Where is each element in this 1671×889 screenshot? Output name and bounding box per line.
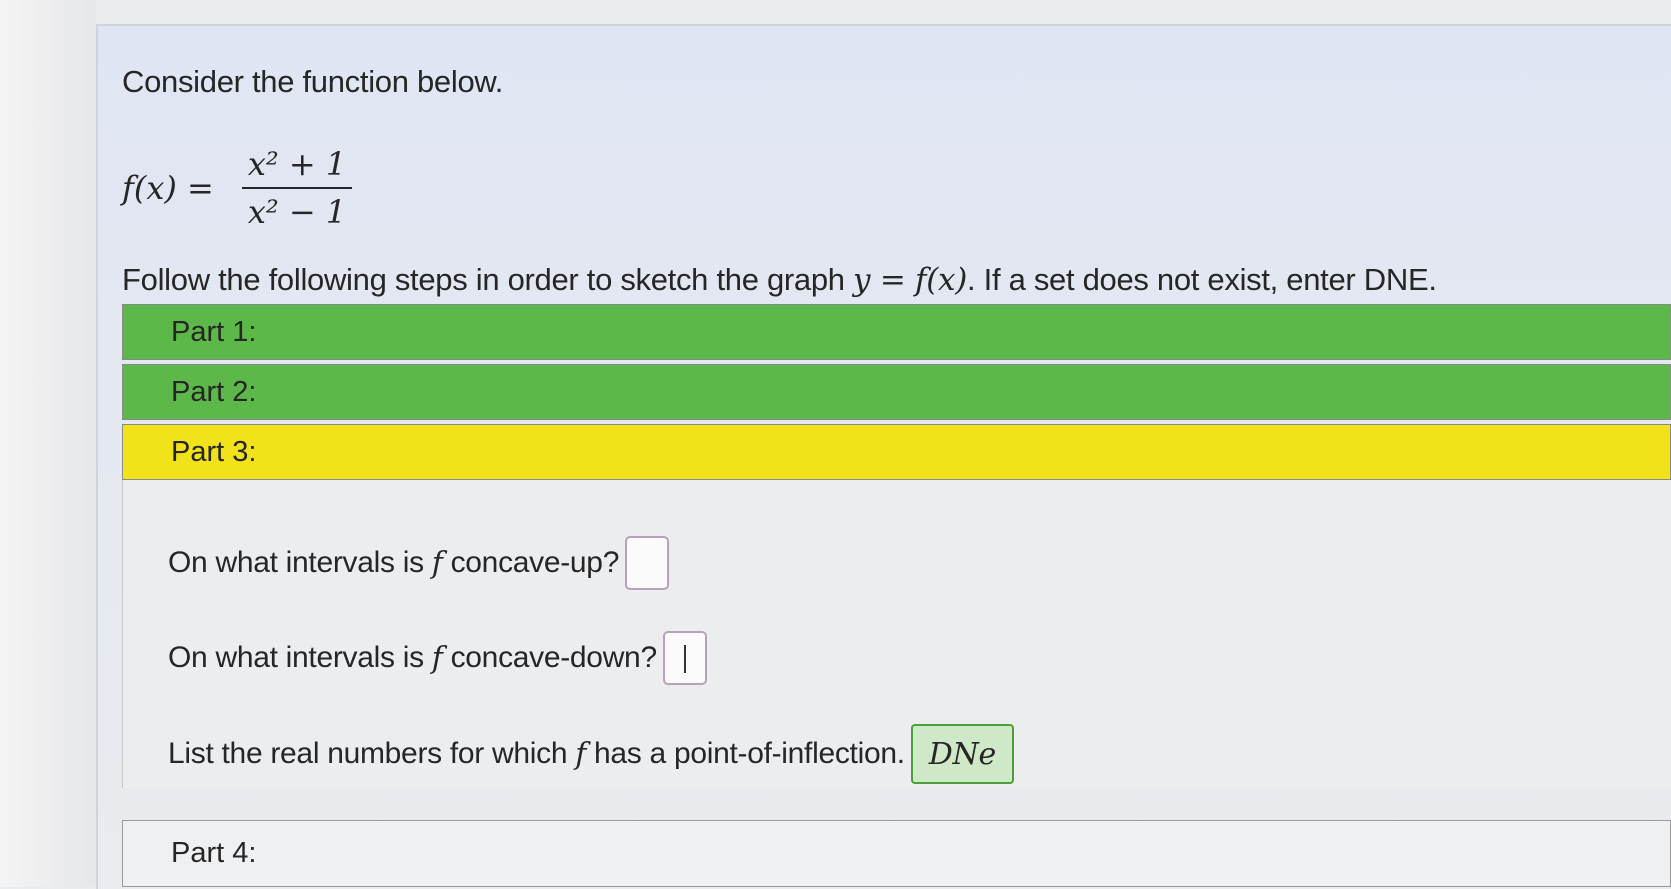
concave-up-question: On what intervals is f concave-up?: [168, 536, 670, 590]
part-3-label: Part 3:: [171, 435, 257, 468]
part-1-header[interactable]: Part 1:: [122, 304, 1671, 360]
part-4-label: Part 4:: [171, 837, 257, 869]
q2-text-before: On what intervals is: [168, 641, 424, 674]
instructions-text: Follow the following steps in order to s…: [122, 262, 1437, 298]
inflection-answer-input[interactable]: DNe: [910, 724, 1014, 784]
part-2-header[interactable]: Part 2:: [122, 364, 1671, 420]
function-formula: f(x) = x² + 1 x² − 1: [122, 138, 353, 238]
q1-text-after: concave-up?: [450, 546, 620, 579]
q2-f-symbol: f: [431, 640, 443, 676]
part-4-header[interactable]: Part 4:: [122, 820, 1671, 887]
formula-denominator: x² − 1: [247, 193, 347, 231]
q3-text-before: List the real numbers for which: [168, 737, 568, 770]
instructions-before: Follow the following steps in order to s…: [122, 262, 854, 297]
screen-bezel: [0, 0, 96, 887]
q3-text-after: has a point-of-inflection.: [594, 737, 905, 770]
concave-down-question: On what intervals is f concave-down?: [168, 631, 707, 685]
inflection-question: List the real numbers for which f has a …: [168, 724, 1014, 784]
instructions-math: y = f(x): [853, 262, 967, 298]
formula-numerator: x² + 1: [247, 145, 347, 183]
q1-f-symbol: f: [431, 545, 443, 581]
intro-text: Consider the function below.: [122, 64, 504, 99]
part-1-label: Part 1:: [171, 315, 257, 348]
formula-lhs: f(x) =: [122, 169, 214, 207]
q3-f-symbol: f: [575, 736, 587, 772]
text-cursor: [683, 645, 686, 673]
formula-fraction: x² + 1 x² − 1: [241, 145, 353, 231]
concave-down-answer-input[interactable]: [662, 631, 707, 685]
concave-up-answer-input[interactable]: [625, 536, 670, 590]
instructions-after: . If a set does not exist, enter DNE.: [967, 262, 1437, 297]
part-2-label: Part 2:: [171, 375, 257, 408]
q2-text-after: concave-down?: [450, 641, 658, 674]
q1-text-before: On what intervals is: [168, 546, 424, 579]
fraction-bar: [241, 187, 353, 189]
part-3-header[interactable]: Part 3:: [122, 424, 1671, 480]
